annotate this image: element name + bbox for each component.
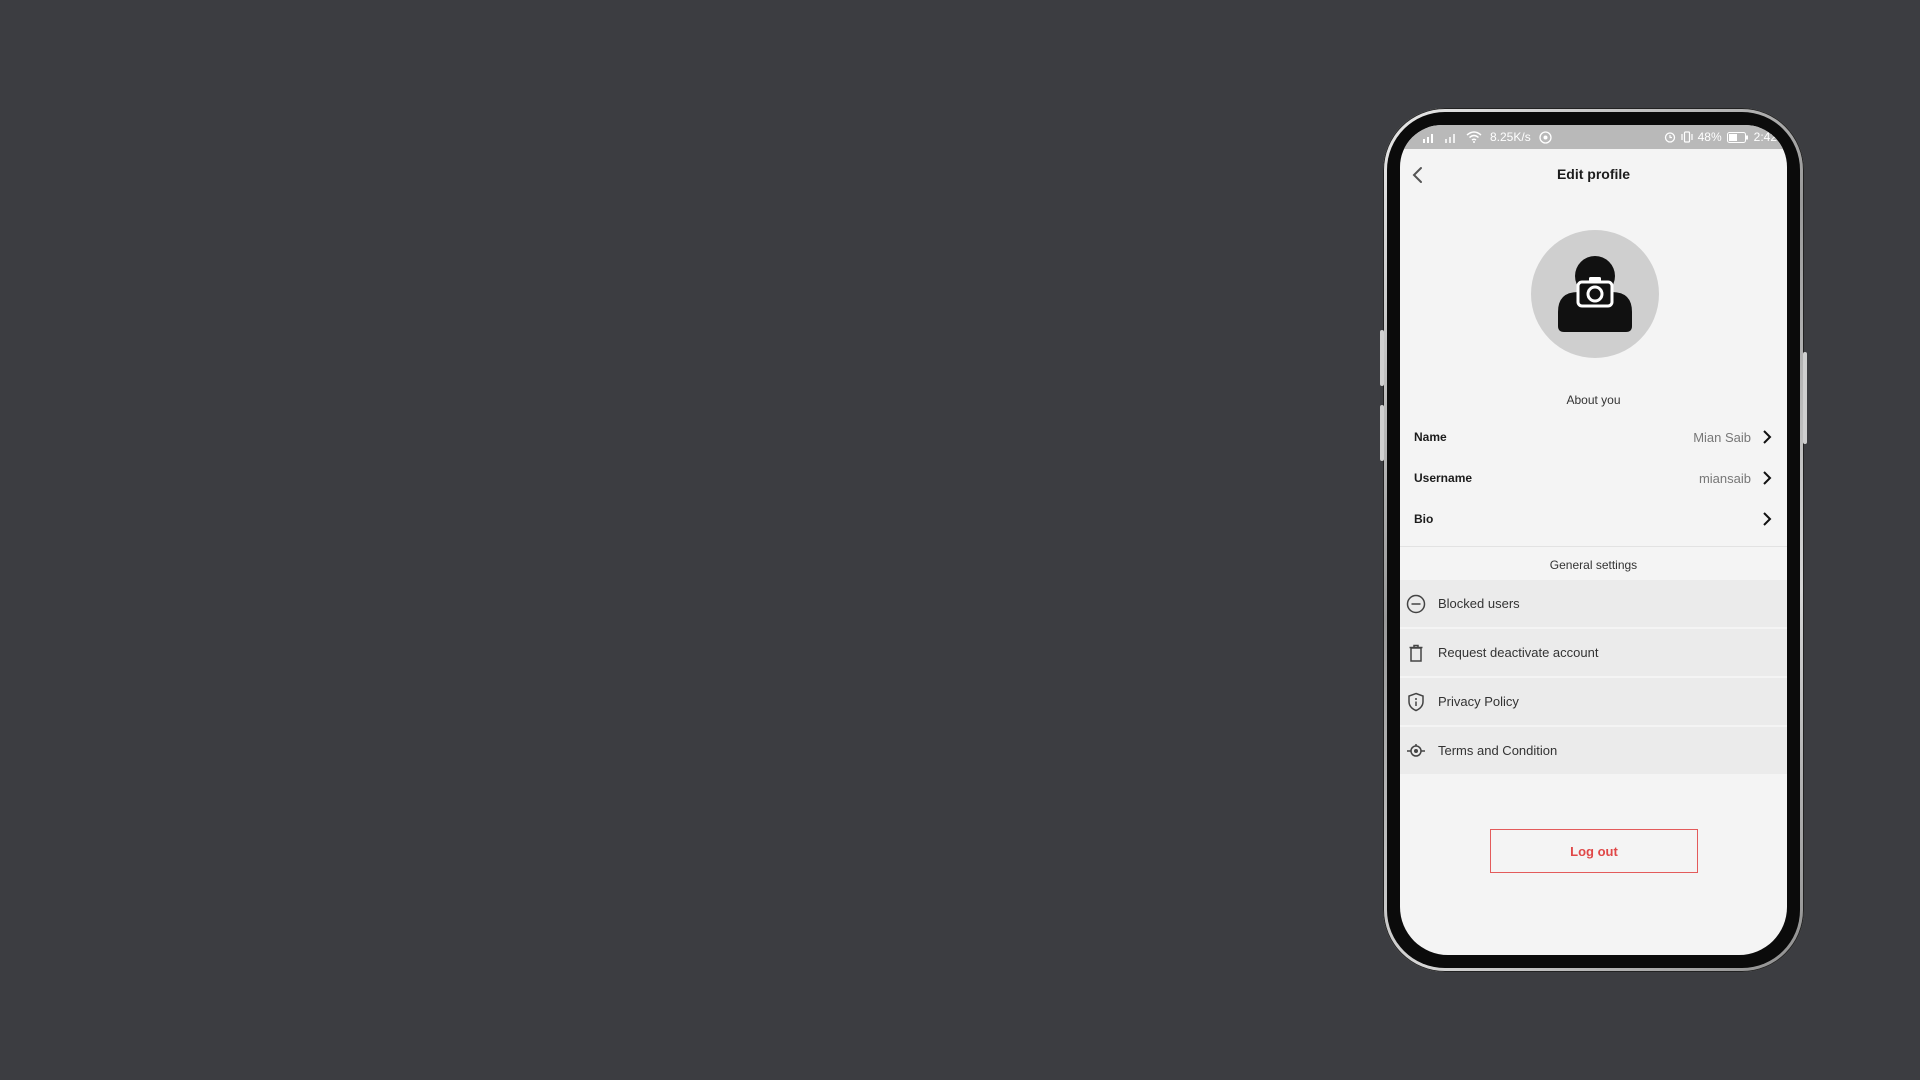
- profile-avatar[interactable]: [1531, 230, 1659, 358]
- name-label: Name: [1414, 430, 1447, 444]
- trash-icon: [1409, 644, 1423, 662]
- deactivate-account-label: Request deactivate account: [1438, 645, 1599, 660]
- signal-icon: [1423, 133, 1433, 143]
- blocked-users-label: Blocked users: [1438, 596, 1520, 611]
- name-row[interactable]: Name Mian Saib: [1400, 417, 1787, 457]
- general-section-label: General settings: [1549, 558, 1638, 572]
- whatsapp-icon: [1539, 130, 1552, 144]
- terms-icon: [1407, 744, 1425, 757]
- user-camera-icon: [1558, 256, 1632, 332]
- status-bar: 8.25K/s 48% 2:42: [1400, 125, 1787, 149]
- deactivate-account-item[interactable]: Request deactivate account: [1400, 629, 1787, 676]
- top-app-bar: Edit profile: [1400, 149, 1787, 201]
- about-section-label: About you: [1566, 393, 1621, 407]
- blocked-users-item[interactable]: Blocked users: [1400, 580, 1787, 627]
- phone-side-button: [1380, 405, 1384, 461]
- phone-screen: 8.25K/s 48% 2:42 Edit profile About you …: [1400, 125, 1787, 955]
- page-title: Edit profile: [1556, 166, 1631, 182]
- privacy-policy-label: Privacy Policy: [1438, 694, 1519, 709]
- battery-percent: 48%: [1697, 130, 1722, 144]
- wifi-icon: [1466, 131, 1482, 143]
- username-row[interactable]: Username miansaib: [1400, 458, 1787, 498]
- network-speed: 8.25K/s: [1490, 130, 1531, 144]
- signal-icon: [1445, 133, 1455, 143]
- bio-label: Bio: [1414, 512, 1434, 526]
- status-left: 8.25K/s: [1422, 130, 1552, 144]
- minus-circle-icon: [1406, 594, 1426, 614]
- bio-row[interactable]: Bio: [1400, 499, 1787, 539]
- username-label: Username: [1414, 471, 1473, 485]
- username-value: miansaib: [1698, 471, 1751, 486]
- terms-condition-label: Terms and Condition: [1438, 743, 1558, 758]
- privacy-policy-item[interactable]: Privacy Policy: [1400, 678, 1787, 725]
- chevron-right-icon: [1763, 512, 1772, 526]
- terms-condition-item[interactable]: Terms and Condition: [1400, 727, 1787, 774]
- chevron-right-icon: [1763, 430, 1772, 444]
- battery-icon: [1726, 131, 1748, 143]
- phone-side-button: [1380, 330, 1384, 386]
- vibrate-icon: [1681, 131, 1693, 143]
- divider: [1400, 546, 1787, 547]
- phone-power-button: [1803, 352, 1807, 444]
- status-right: 48% 2:42: [1664, 130, 1777, 144]
- name-value: Mian Saib: [1693, 430, 1751, 445]
- alarm-icon: [1664, 132, 1675, 143]
- chevron-right-icon: [1763, 471, 1772, 485]
- clock-time: 2:42: [1753, 130, 1777, 144]
- shield-info-icon: [1408, 692, 1424, 712]
- logout-button[interactable]: Log out: [1490, 829, 1698, 873]
